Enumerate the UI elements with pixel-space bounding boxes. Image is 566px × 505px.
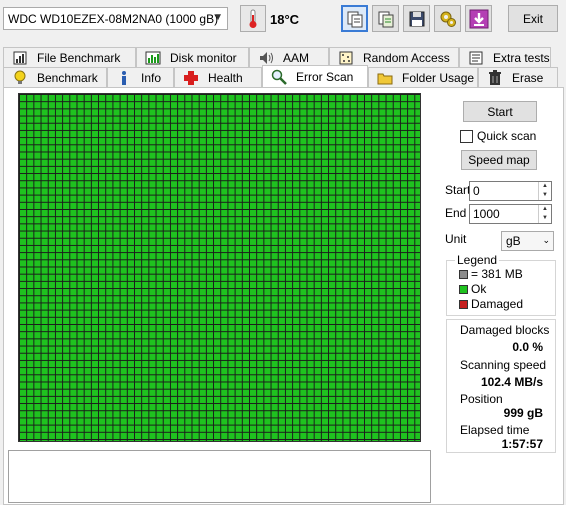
info-icon [116,70,132,86]
legend-item-ok: Ok [459,282,486,296]
tab-health[interactable]: Health [174,67,262,88]
elapsed-time-value: 1:57:57 [501,437,543,451]
copy-all-button[interactable] [372,5,399,32]
unit-value: gB [506,234,521,248]
damaged-blocks-label: Damaged blocks [460,323,550,337]
tab-label: Disk monitor [170,51,237,65]
tab-benchmark[interactable]: Benchmark [3,67,107,88]
legend-swatch [459,299,468,309]
folder-icon [377,70,393,86]
floppy-disk-icon [409,11,424,26]
random-access-icon [338,50,354,66]
tab-label: AAM [283,51,310,65]
copy-icon [347,11,362,27]
tab-label: Error Scan [296,70,354,84]
thermometer-icon [249,9,257,28]
scanning-speed-value: 102.4 MB/s [480,375,543,389]
tab-folder-usage[interactable]: Folder Usage [368,67,478,88]
end-value: 1000 [473,207,500,221]
tab-error-scan[interactable]: Error Scan [262,65,368,88]
legend-swatch [459,269,468,279]
lightbulb-icon [12,70,28,86]
toolbar: WDC WD10EZEX-08M2NA0 (1000 gB) ▼ 18°C Ex… [0,0,566,42]
chevron-down-icon: ▼ [213,12,223,23]
trash-icon [487,70,503,86]
spin-arrows-icon[interactable]: ▲ ▼ [538,182,551,200]
exit-button[interactable]: Exit [508,5,558,32]
tabs-row-2: Benchmark Info Health Error Scan Folder … [3,65,558,88]
extra-tests-icon [468,50,484,66]
tab-label: Benchmark [37,71,98,85]
elapsed-time-label: Elapsed time [460,423,530,437]
scanning-speed-label: Scanning speed [460,358,547,372]
speaker-icon [258,50,274,66]
scan-log-box[interactable] [8,450,431,503]
unit-label: Unit [445,232,467,246]
download-arrow-icon [469,9,488,28]
disk-monitor-icon [145,50,161,66]
gears-icon [440,11,456,27]
tab-label: Health [208,71,243,85]
position-label: Position [460,392,503,406]
chevron-down-icon: ⌄ [542,235,550,245]
quick-scan-checkbox[interactable]: Quick scan [460,129,536,143]
drive-select[interactable]: WDC WD10EZEX-08M2NA0 (1000 gB) ▼ [3,7,228,30]
legend-item-block-size: = 381 MB [459,267,523,281]
file-benchmark-icon [12,50,28,66]
legend-title: Legend [455,253,500,267]
health-cross-icon [183,70,199,86]
scan-stats-group: Damaged blocks 0.0 % Scanning speed 102.… [446,319,556,453]
end-field-label: End [445,206,467,220]
magnifier-icon [271,69,287,85]
start-spinbox[interactable]: 0 ▲ ▼ [469,181,552,201]
damaged-blocks-value: 0.0 % [512,340,543,354]
options-button[interactable] [434,5,461,32]
tab-label: Folder Usage [402,71,475,85]
tab-label: Erase [512,71,544,85]
temperature-readout: 18°C [270,12,300,27]
checkbox-box[interactable] [460,129,473,143]
scan-block-grid [18,93,421,442]
legend-label: = 381 MB [471,267,523,281]
save-button[interactable] [403,5,430,32]
speed-map-button[interactable]: Speed map [461,150,537,170]
start-field-label: Start [445,183,471,197]
position-value: 999 gB [503,406,543,420]
legend-swatch [459,284,468,294]
spin-arrows-icon[interactable]: ▲ ▼ [538,205,551,223]
tab-label: Random Access [363,51,450,65]
tab-erase[interactable]: Erase [478,67,558,88]
thermometer-button[interactable] [240,5,266,32]
tab-extra-tests[interactable]: Extra tests [459,47,551,68]
copy-info-button[interactable] [341,5,368,32]
tab-label: File Benchmark [37,51,121,65]
legend-group: Legend = 381 MB Ok Damaged [446,253,556,316]
tab-disk-monitor[interactable]: Disk monitor [136,47,249,68]
start-scan-button[interactable]: Start [463,101,537,122]
download-button[interactable] [465,5,492,32]
legend-item-damaged: Damaged [459,297,523,311]
tab-info[interactable]: Info [107,67,174,88]
end-spinbox[interactable]: 1000 ▲ ▼ [469,204,552,224]
legend-label: Ok [471,282,487,296]
start-value: 0 [473,184,480,198]
quick-scan-label: Quick scan [477,129,537,143]
tab-label: Extra tests [493,51,550,65]
drive-select-value: WDC WD10EZEX-08M2NA0 (1000 gB) [8,11,219,26]
tab-label: Info [141,71,162,85]
legend-label: Damaged [471,297,524,311]
copy-all-icon [378,11,393,27]
tab-file-benchmark[interactable]: File Benchmark [3,47,136,68]
unit-select[interactable]: gB ⌄ [501,231,554,251]
